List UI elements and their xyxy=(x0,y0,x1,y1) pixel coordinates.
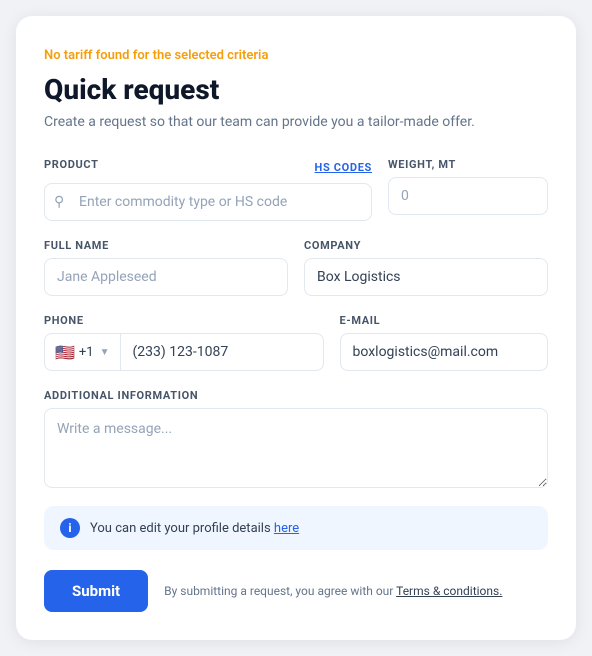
page-subtitle: Create a request so that our team can pr… xyxy=(44,114,548,130)
weight-input[interactable] xyxy=(388,177,548,215)
error-message: No tariff found for the selected criteri… xyxy=(44,48,548,63)
name-company-row: FULL NAME COMPANY xyxy=(44,239,548,296)
phone-input[interactable] xyxy=(120,333,324,371)
terms-text: By submitting a request, you agree with … xyxy=(164,582,502,600)
additional-group: ADDITIONAL INFORMATION xyxy=(44,389,548,488)
email-label: E-MAIL xyxy=(340,314,548,327)
additional-row: ADDITIONAL INFORMATION xyxy=(44,389,548,488)
product-input[interactable] xyxy=(44,183,372,221)
phone-dial-code: +1 xyxy=(79,345,94,360)
page-title: Quick request xyxy=(44,73,548,106)
profile-edit-link[interactable]: here xyxy=(274,521,299,536)
phone-row: 🇺🇸 +1 ▼ xyxy=(44,333,324,371)
flag-icon: 🇺🇸 xyxy=(55,343,75,362)
additional-textarea[interactable] xyxy=(44,408,548,488)
company-group: COMPANY xyxy=(304,239,548,296)
info-icon: i xyxy=(60,518,80,538)
weight-group: WEIGHT, MT xyxy=(388,158,548,221)
company-label: COMPANY xyxy=(304,239,548,252)
phone-group: PHONE 🇺🇸 +1 ▼ xyxy=(44,314,324,371)
info-banner: i You can edit your profile details here xyxy=(44,506,548,550)
quick-request-card: No tariff found for the selected criteri… xyxy=(16,16,576,640)
fullname-group: FULL NAME xyxy=(44,239,288,296)
info-text: You can edit your profile details here xyxy=(90,521,299,536)
product-input-wrapper: ⚲ xyxy=(44,183,372,221)
fullname-input[interactable] xyxy=(44,258,288,296)
submit-button[interactable]: Submit xyxy=(44,570,148,612)
company-input[interactable] xyxy=(304,258,548,296)
chevron-down-icon: ▼ xyxy=(100,347,110,358)
weight-label: WEIGHT, MT xyxy=(388,158,548,171)
additional-label: ADDITIONAL INFORMATION xyxy=(44,389,548,402)
phone-email-row: PHONE 🇺🇸 +1 ▼ E-MAIL xyxy=(44,314,548,371)
phone-country-selector[interactable]: 🇺🇸 +1 ▼ xyxy=(44,333,120,371)
hs-codes-link[interactable]: HS CODES xyxy=(315,161,372,174)
product-weight-row: PRODUCT HS CODES ⚲ WEIGHT, MT xyxy=(44,158,548,221)
product-label: PRODUCT xyxy=(44,158,99,171)
email-input[interactable] xyxy=(340,333,548,371)
phone-label: PHONE xyxy=(44,314,324,327)
email-group: E-MAIL xyxy=(340,314,548,371)
footer-row: Submit By submitting a request, you agre… xyxy=(44,570,548,612)
product-group: PRODUCT HS CODES ⚲ xyxy=(44,158,372,221)
fullname-label: FULL NAME xyxy=(44,239,288,252)
terms-link[interactable]: Terms & conditions. xyxy=(396,584,502,598)
